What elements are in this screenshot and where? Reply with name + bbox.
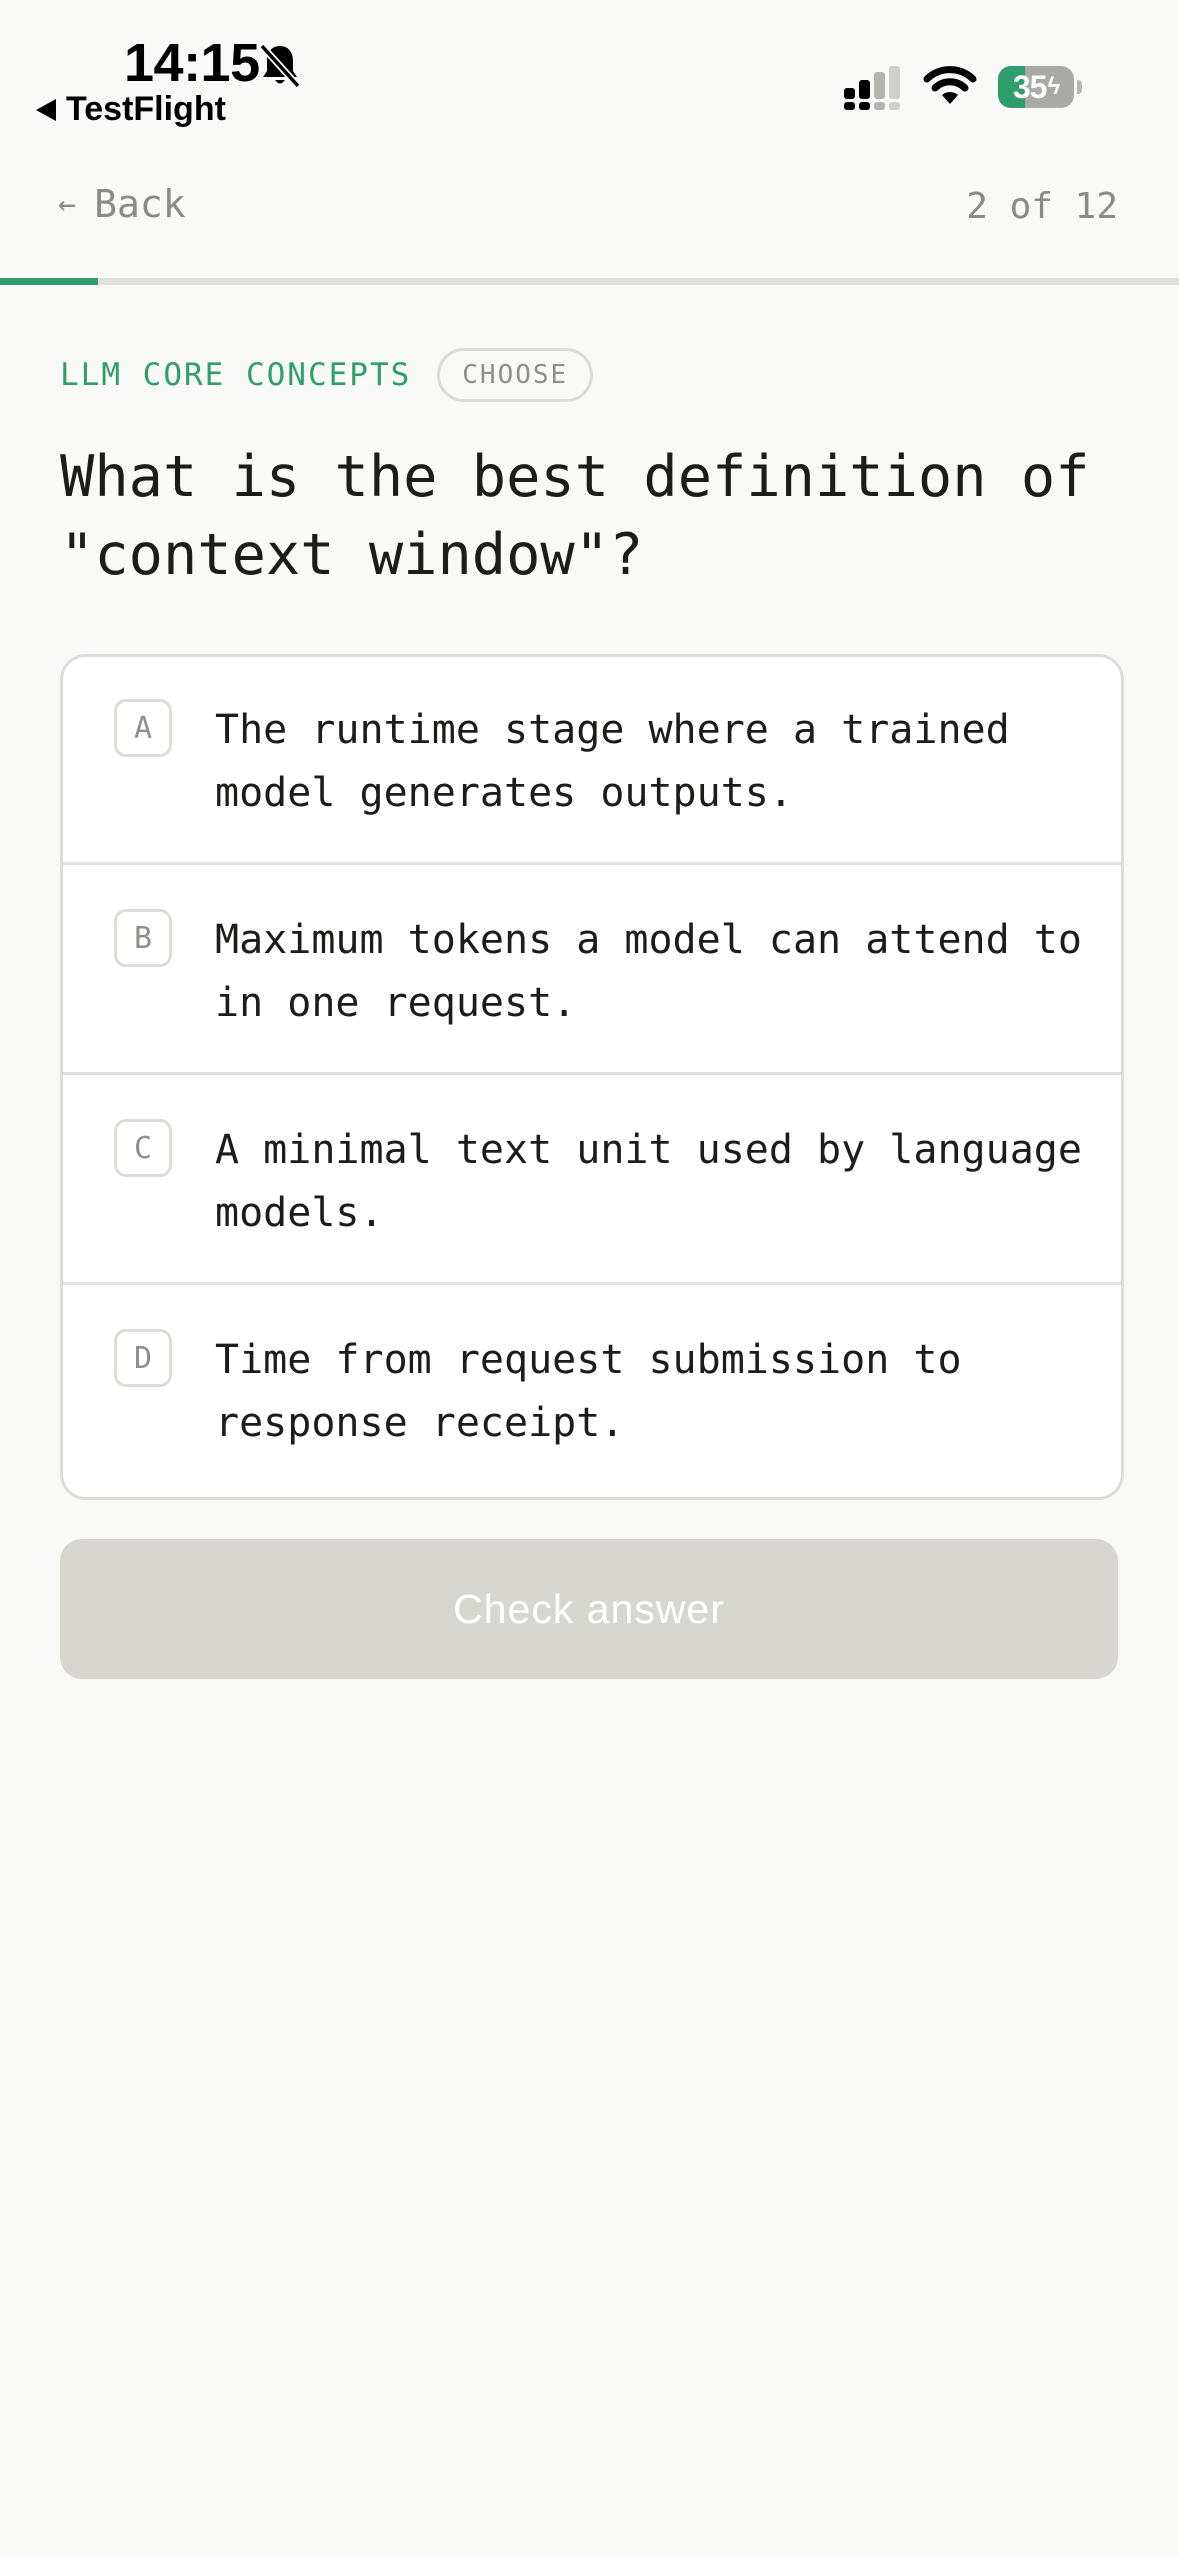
wifi-icon (923, 66, 977, 104)
back-label: Back (94, 182, 186, 226)
status-bar: 14:15 TestFlight 35 ϟ (0, 0, 1179, 150)
question-counter: 2 of 12 (966, 186, 1118, 227)
arrow-left-icon: ← (58, 186, 77, 222)
option-a[interactable]: A The runtime stage where a trained mode… (63, 657, 1121, 865)
signal-icon (844, 66, 900, 110)
bell-slash-icon (259, 43, 301, 89)
back-to-app-button[interactable]: TestFlight (36, 90, 226, 129)
answer-options: A The runtime stage where a trained mode… (60, 654, 1124, 1500)
option-key: A (114, 699, 172, 757)
back-triangle-icon (36, 98, 56, 121)
progress-bar (0, 278, 1179, 285)
battery-charging-icon: 35 ϟ (998, 66, 1082, 108)
option-text: The runtime stage where a trained model … (215, 707, 1010, 816)
option-c[interactable]: C A minimal text unit used by language m… (63, 1077, 1121, 1285)
option-text: Maximum tokens a model can attend to in … (215, 917, 1082, 1026)
option-d[interactable]: D Time from request submission to respon… (63, 1287, 1121, 1495)
battery-level: 35 (1012, 68, 1048, 105)
back-button[interactable]: ← Back (58, 182, 186, 226)
option-text: Time from request submission to response… (215, 1337, 962, 1446)
progress-fill (0, 278, 98, 285)
option-b[interactable]: B Maximum tokens a model can attend to i… (63, 867, 1121, 1075)
status-time: 14:15 (124, 33, 260, 93)
option-text: A minimal text unit used by language mod… (215, 1127, 1082, 1236)
check-answer-button[interactable]: Check answer (60, 1539, 1118, 1679)
option-key: B (114, 909, 172, 967)
mode-badge: CHOOSE (437, 348, 594, 402)
option-key: C (114, 1119, 172, 1177)
question-text: What is the best definition of "context … (60, 444, 1090, 588)
bolt-icon: ϟ (1047, 73, 1060, 100)
topic-label: LLM CORE CONCEPTS (60, 357, 412, 393)
topic-row: LLM CORE CONCEPTS CHOOSE (60, 348, 594, 402)
option-key: D (114, 1329, 172, 1387)
back-app-label: TestFlight (66, 90, 226, 128)
